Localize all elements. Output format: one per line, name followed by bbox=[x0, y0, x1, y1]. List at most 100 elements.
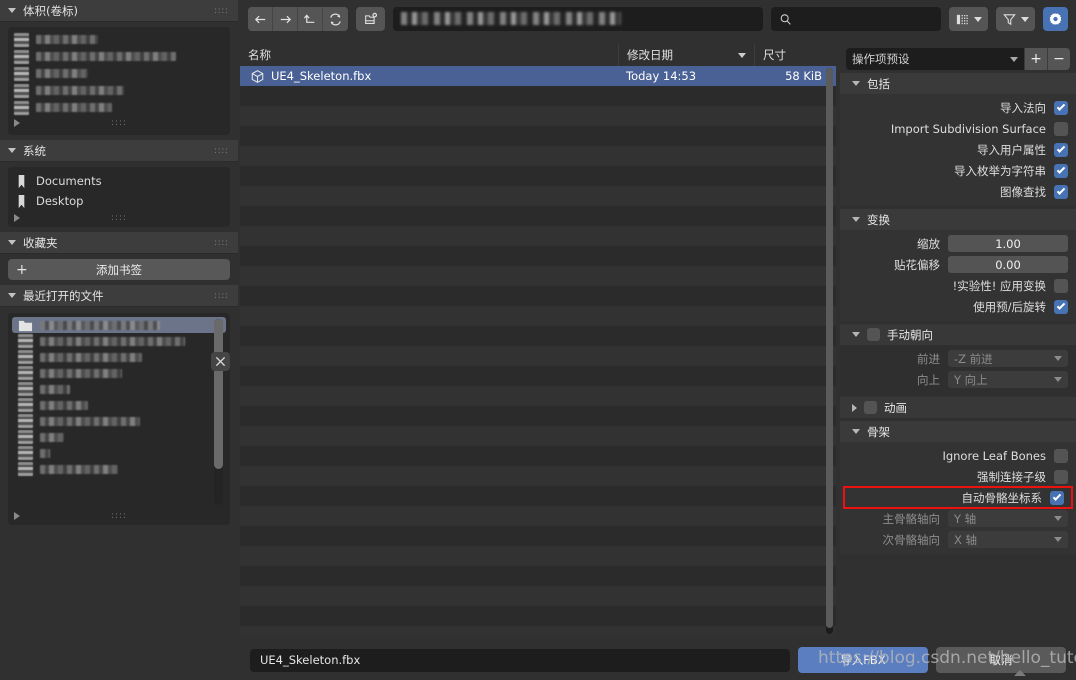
list-item[interactable] bbox=[12, 429, 226, 445]
prop-ignore-leaf-bones[interactable]: Ignore Leaf Bones bbox=[840, 445, 1076, 466]
close-recent-button[interactable] bbox=[211, 352, 230, 371]
navigation-buttons bbox=[248, 7, 348, 31]
volumes-expand-handle[interactable]: :::: bbox=[8, 116, 230, 130]
import-fbx-button[interactable]: 导入FBX bbox=[798, 647, 928, 673]
table-row-empty bbox=[240, 386, 836, 406]
search-input[interactable] bbox=[771, 7, 941, 31]
sidebar-item-desktop[interactable]: Desktop bbox=[8, 191, 230, 211]
column-header-date-label: 修改日期 bbox=[627, 48, 673, 62]
prop-image-search[interactable]: 图像查找 bbox=[840, 181, 1076, 202]
secondary-bone-axis-dropdown[interactable]: X 轴 bbox=[948, 531, 1068, 548]
prop-decal-offset[interactable]: 贴花偏移 0.00 bbox=[840, 254, 1076, 275]
sidebar-item-documents[interactable]: Documents bbox=[8, 171, 230, 191]
prop-apply-transform[interactable]: !实验性! 应用变换 bbox=[840, 275, 1076, 296]
list-item[interactable] bbox=[12, 445, 226, 461]
prop-up-axis: 向上 Y 向上 bbox=[840, 369, 1076, 390]
settings-button[interactable] bbox=[1043, 7, 1068, 31]
list-item[interactable] bbox=[8, 82, 230, 99]
back-button[interactable] bbox=[248, 7, 273, 31]
list-item[interactable] bbox=[12, 365, 226, 381]
section-header-armature[interactable]: 骨架 bbox=[840, 421, 1076, 442]
recent-expand-handle[interactable]: :::: bbox=[8, 509, 230, 523]
checkbox[interactable] bbox=[1054, 184, 1068, 199]
section-header-include[interactable]: 包括 bbox=[840, 73, 1076, 94]
list-item[interactable] bbox=[8, 48, 230, 65]
list-item[interactable] bbox=[8, 31, 230, 48]
list-item[interactable] bbox=[12, 317, 226, 333]
file-icon bbox=[18, 430, 33, 444]
column-header-size[interactable]: 尺寸 bbox=[754, 44, 836, 66]
decal-offset-value-field[interactable]: 0.00 bbox=[948, 256, 1068, 273]
checkbox[interactable] bbox=[864, 401, 877, 414]
chevron-down-icon bbox=[852, 217, 860, 222]
checkbox[interactable] bbox=[1050, 490, 1064, 505]
parent-directory-button[interactable] bbox=[298, 7, 323, 31]
file-date-cell: Today 14:53 bbox=[626, 69, 697, 83]
refresh-button[interactable] bbox=[323, 7, 348, 31]
file-list-scrollbar[interactable] bbox=[826, 68, 833, 634]
section-header-transform[interactable]: 变换 bbox=[840, 209, 1076, 230]
bookmark-icon bbox=[18, 194, 25, 208]
section-header-animation[interactable]: 动画 bbox=[840, 397, 1076, 418]
prop-import-normals[interactable]: 导入法向 bbox=[840, 97, 1076, 118]
checkbox[interactable] bbox=[1054, 278, 1068, 293]
prop-label: 缩放 bbox=[917, 236, 940, 251]
list-item[interactable] bbox=[12, 461, 226, 477]
sidebar-section-favorites-title: 收藏夹 bbox=[23, 235, 58, 250]
add-preset-button[interactable]: + bbox=[1024, 48, 1047, 70]
sidebar-section-favorites-header[interactable]: 收藏夹 :::: bbox=[0, 232, 238, 254]
filter-dropdown[interactable] bbox=[996, 7, 1035, 31]
column-header-name[interactable]: 名称 bbox=[240, 44, 618, 66]
prop-automatic-bone-orientation[interactable]: 自动骨骼坐标系 bbox=[843, 486, 1073, 509]
remove-preset-button[interactable]: − bbox=[1047, 48, 1070, 70]
sidebar-section-system-header[interactable]: 系统 :::: bbox=[0, 140, 238, 162]
list-item[interactable] bbox=[8, 99, 230, 116]
list-item[interactable] bbox=[12, 413, 226, 429]
cancel-button[interactable]: 取消 bbox=[936, 647, 1066, 673]
table-row[interactable]: UE4_Skeleton.fbx Today 14:53 58 KiB bbox=[240, 66, 836, 86]
file-name-cell: UE4_Skeleton.fbx bbox=[240, 69, 618, 84]
recent-scrollbar[interactable] bbox=[214, 319, 223, 505]
up-axis-dropdown[interactable]: Y 向上 bbox=[948, 371, 1068, 388]
checkbox[interactable] bbox=[1054, 469, 1068, 484]
filename-input[interactable]: UE4_Skeleton.fbx bbox=[250, 648, 790, 672]
checkbox[interactable] bbox=[1054, 299, 1068, 314]
list-item[interactable] bbox=[12, 381, 226, 397]
prop-use-pre-post-rotation[interactable]: 使用预/后旋转 bbox=[840, 296, 1076, 317]
sidebar-section-volumes-header[interactable]: 体积(卷标) :::: bbox=[0, 0, 238, 22]
list-item[interactable] bbox=[12, 333, 226, 349]
table-row-empty bbox=[240, 326, 836, 346]
table-row-empty bbox=[240, 146, 836, 166]
forward-axis-dropdown[interactable]: -Z 前进 bbox=[948, 350, 1068, 367]
prop-label: 前进 bbox=[917, 351, 940, 366]
checkbox[interactable] bbox=[1054, 163, 1068, 178]
path-input[interactable] bbox=[393, 7, 763, 31]
add-bookmark-button[interactable]: + 添加书签 bbox=[8, 259, 230, 280]
column-header-date[interactable]: 修改日期 bbox=[618, 44, 754, 66]
list-item[interactable] bbox=[12, 397, 226, 413]
prop-import-enums-as-strings[interactable]: 导入枚举为字符串 bbox=[840, 160, 1076, 181]
section-header-manual-orientation[interactable]: 手动朝向 bbox=[840, 324, 1076, 345]
checkbox[interactable] bbox=[1054, 448, 1068, 463]
operator-preset-dropdown[interactable]: 操作项预设 bbox=[846, 48, 1024, 70]
sidebar-section-recent-header[interactable]: 最近打开的文件 :::: bbox=[0, 285, 238, 307]
list-item[interactable] bbox=[12, 349, 226, 365]
resize-dots-icon: :::: bbox=[110, 511, 128, 521]
volumes-list: :::: bbox=[8, 27, 230, 135]
chevron-down-icon bbox=[8, 293, 16, 298]
primary-bone-axis-dropdown[interactable]: Y 轴 bbox=[948, 510, 1068, 527]
checkbox[interactable] bbox=[1054, 142, 1068, 157]
new-folder-button[interactable] bbox=[356, 7, 385, 31]
display-mode-dropdown[interactable] bbox=[949, 7, 988, 31]
scale-value-field[interactable]: 1.00 bbox=[948, 235, 1068, 252]
checkbox[interactable] bbox=[1054, 121, 1068, 136]
forward-button[interactable] bbox=[273, 7, 298, 31]
list-item[interactable] bbox=[8, 65, 230, 82]
prop-force-connect-children[interactable]: 强制连接子级 bbox=[840, 466, 1076, 487]
prop-import-custom-properties[interactable]: 导入用户属性 bbox=[840, 139, 1076, 160]
checkbox[interactable] bbox=[867, 328, 880, 341]
system-expand-handle[interactable]: :::: bbox=[8, 211, 230, 225]
prop-scale[interactable]: 缩放 1.00 bbox=[840, 233, 1076, 254]
prop-import-subdivision-surface[interactable]: Import Subdivision Surface bbox=[840, 118, 1076, 139]
checkbox[interactable] bbox=[1054, 100, 1068, 115]
